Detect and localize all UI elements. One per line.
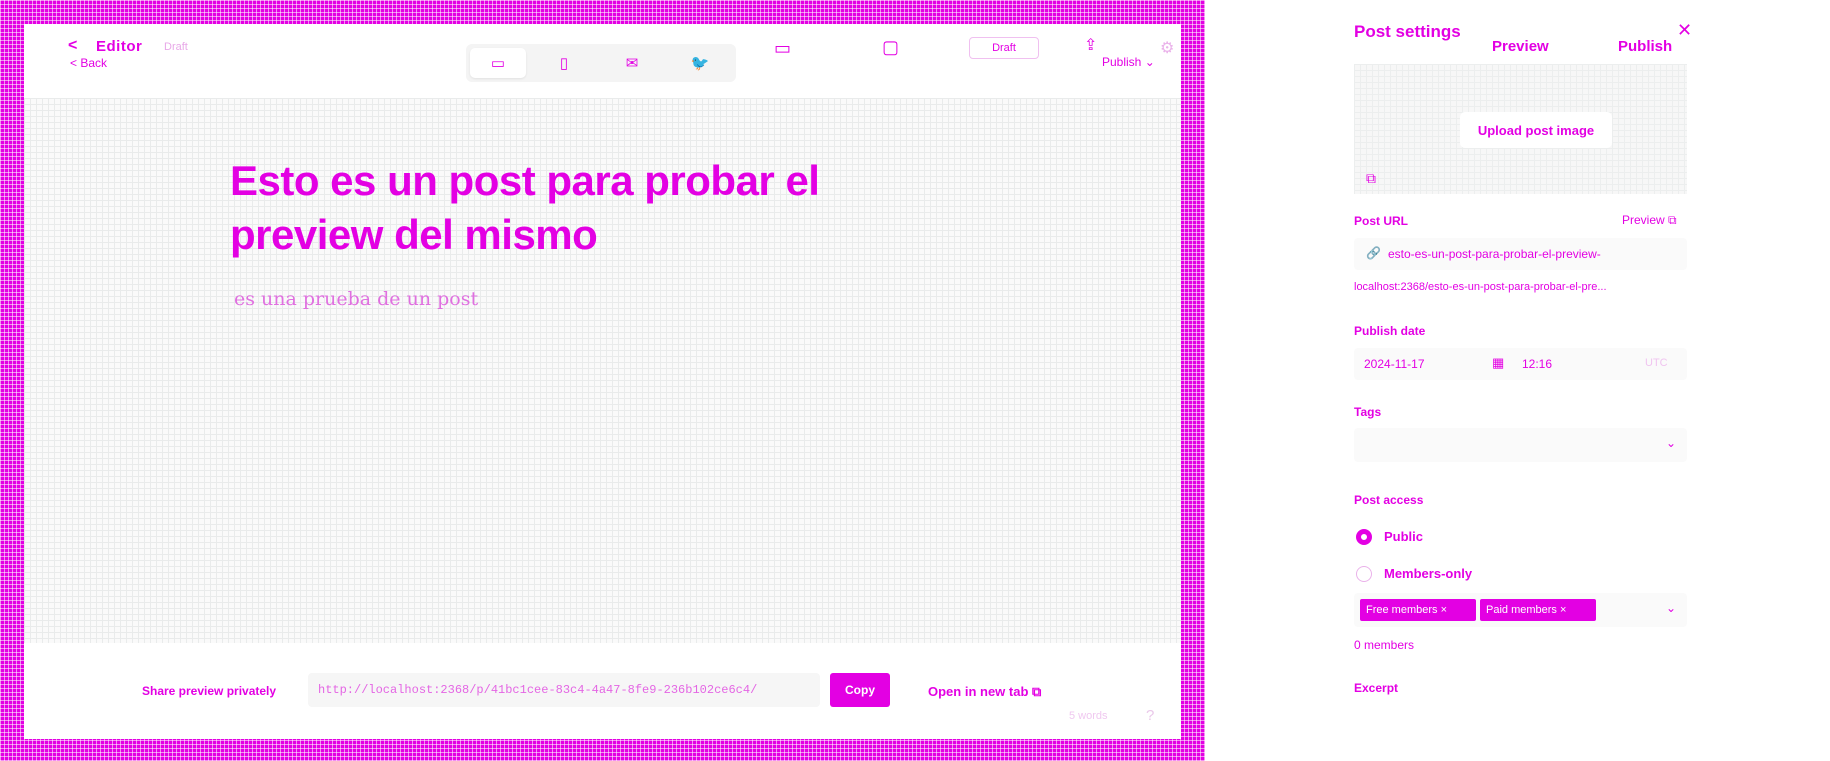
share-url-value[interactable]: http://localhost:2368/p/41bc1cee-83c4-4a…: [318, 683, 757, 697]
time-input[interactable]: 12:16: [1522, 357, 1552, 371]
close-icon[interactable]: ✕: [1677, 20, 1692, 41]
post-url-input[interactable]: esto-es-un-post-para-probar-el-preview-: [1388, 247, 1601, 261]
post-excerpt: es una prueba de un post: [234, 288, 479, 310]
copy-button[interactable]: Copy: [830, 673, 890, 707]
tier-chip-paid[interactable]: Paid members ×: [1480, 599, 1596, 621]
editor-status: Draft: [164, 41, 188, 53]
monitor-icon[interactable]: ▭: [774, 38, 791, 59]
status-badge: Draft: [969, 37, 1039, 59]
timezone-label: UTC: [1645, 357, 1668, 369]
post-settings-panel: Post settings ✕ Preview Publish Upload p…: [1340, 0, 1830, 761]
publish-date-label: Publish date: [1354, 324, 1426, 338]
preview-canvas: Esto es un post para probar el preview d…: [24, 98, 1181, 643]
editor-frame: < Editor Draft < Back ▭ ▯ ✉ 🐦 ▭ ▢ Draft …: [0, 0, 1205, 761]
publish-button[interactable]: Publish: [1618, 38, 1672, 55]
help-icon[interactable]: ?: [1146, 707, 1154, 724]
members-only-option-label[interactable]: Members-only: [1384, 566, 1472, 581]
publish-dropdown[interactable]: Publish ⌄: [1102, 55, 1155, 69]
mobile-preview-icon[interactable]: ▯: [536, 48, 592, 78]
desktop-preview-icon[interactable]: ▭: [470, 48, 526, 78]
public-option-label[interactable]: Public: [1384, 529, 1423, 544]
chevron-down-icon[interactable]: ⌄: [1666, 601, 1676, 615]
share-icon[interactable]: ⇪: [1084, 35, 1097, 55]
feature-image-dropzone[interactable]: Upload post image ⧉: [1354, 64, 1687, 194]
share-preview-label: Share preview privately: [142, 684, 277, 698]
post-access-label: Post access: [1354, 493, 1424, 507]
share-preview-bar: Share preview privately http://localhost…: [24, 643, 1181, 739]
editor-window: < Editor Draft < Back ▭ ▯ ✉ 🐦 ▭ ▢ Draft …: [24, 24, 1181, 739]
tiers-select[interactable]: Free members × Paid members ×: [1354, 593, 1687, 627]
editor-title: Editor: [96, 38, 143, 55]
public-radio[interactable]: [1356, 529, 1372, 545]
editor-topbar: < Editor Draft < Back ▭ ▯ ✉ 🐦 ▭ ▢ Draft …: [24, 24, 1181, 98]
calendar-icon[interactable]: ▦: [1492, 355, 1504, 371]
tags-label: Tags: [1354, 405, 1382, 419]
tablet-icon[interactable]: ▢: [882, 37, 899, 58]
panel-title: Post settings: [1354, 22, 1461, 41]
date-input[interactable]: 2024-11-17: [1364, 357, 1425, 371]
post-title: Esto es un post para probar el preview d…: [230, 157, 820, 258]
link-icon: 🔗: [1366, 246, 1381, 260]
tags-input[interactable]: [1354, 428, 1687, 462]
social-preview-icon[interactable]: 🐦: [672, 48, 728, 78]
email-preview-icon[interactable]: ✉: [604, 48, 660, 78]
back-link[interactable]: < Back: [70, 56, 107, 70]
back-chevron-icon[interactable]: <: [68, 37, 77, 55]
member-count: 0 members: [1354, 638, 1415, 652]
excerpt-label: Excerpt: [1354, 681, 1399, 695]
preview-button[interactable]: Preview: [1492, 38, 1549, 55]
preview-device-switcher: ▭ ▯ ✉ 🐦: [466, 44, 736, 82]
open-in-new-tab-link[interactable]: Open in new tab ⧉: [928, 684, 1041, 700]
members-only-radio[interactable]: [1356, 566, 1372, 582]
url-preview-link[interactable]: Preview ⧉: [1622, 213, 1677, 228]
post-url-full: localhost:2368/esto-es-un-post-para-prob…: [1354, 281, 1607, 293]
tier-chip-free[interactable]: Free members ×: [1360, 599, 1476, 621]
settings-icon[interactable]: ⚙: [1160, 38, 1174, 58]
post-url-label: Post URL: [1354, 214, 1408, 228]
upload-image-button[interactable]: Upload post image: [1460, 112, 1612, 148]
word-count: 5 words: [1069, 710, 1108, 722]
image-icon[interactable]: ⧉: [1366, 170, 1376, 187]
chevron-down-icon[interactable]: ⌄: [1666, 436, 1676, 450]
